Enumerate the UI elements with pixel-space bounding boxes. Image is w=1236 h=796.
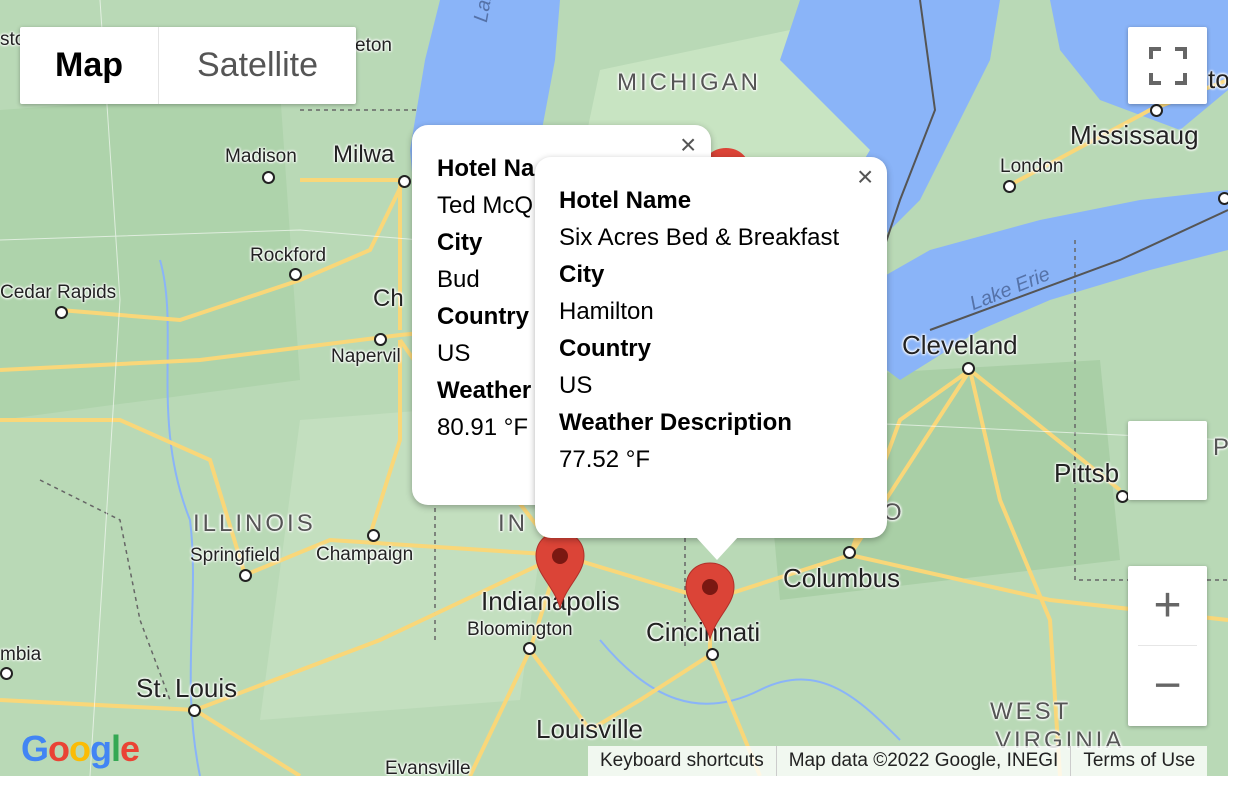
hotel-marker-cincinnati[interactable] <box>684 561 736 641</box>
weather-value: 77.52 °F <box>559 446 650 473</box>
city-dot-bloomington <box>523 642 536 655</box>
city-label-london: London <box>1000 156 1064 177</box>
map-type-map-button[interactable]: Map <box>20 27 159 104</box>
city-dot-chicago <box>374 333 387 346</box>
city-dot-madison <box>262 171 275 184</box>
city-dot-columbus <box>843 546 856 559</box>
close-icon[interactable]: × <box>857 163 873 191</box>
zoom-control: + − <box>1128 566 1207 726</box>
city-dot-rockford <box>289 268 302 281</box>
hotel-name-label: Hotel Na <box>437 155 535 182</box>
weather-value: 80.91 °F <box>437 414 528 441</box>
hotel-name-label: Hotel Name <box>559 187 692 214</box>
fullscreen-icon <box>1148 46 1187 85</box>
city-label-columbus: Columbus <box>783 563 901 593</box>
city-label-evansville: Evansville <box>385 758 471 776</box>
hotel-marker-indianapolis[interactable] <box>534 530 586 610</box>
country-value: US <box>559 372 593 399</box>
close-icon[interactable]: × <box>680 131 696 159</box>
city-label-pittsburgh: Pittsb <box>1054 458 1120 488</box>
city-label: City <box>437 229 483 256</box>
city-label-eton: eton <box>355 35 392 56</box>
country-value: US <box>437 340 471 367</box>
map-type-control: Map Satellite <box>20 27 356 104</box>
city-label-st-louis: St. Louis <box>136 673 238 703</box>
city-value: Bud <box>437 266 480 293</box>
weather-label: Weather Description <box>559 409 792 436</box>
city-label-chicago: Ch <box>373 285 404 312</box>
michigan-label: MICHIGAN <box>617 69 761 96</box>
map-type-satellite-button[interactable]: Satellite <box>159 27 356 104</box>
hotel-name-value: Six Acres Bed & Breakfast <box>559 224 840 251</box>
city-dot-cedar-rapids <box>55 306 68 319</box>
city-dot-st-louis <box>188 704 201 717</box>
city-label-springfield: Springfield <box>190 545 280 566</box>
country-label: Country <box>559 335 651 362</box>
info-window-2: × Hotel Name Six Acres Bed & Breakfast C… <box>535 157 887 560</box>
city-dot-milwaukee <box>398 175 411 188</box>
street-view-pegman-button[interactable] <box>1128 421 1207 500</box>
keyboard-shortcuts-link[interactable]: Keyboard shortcuts <box>588 746 776 776</box>
zoom-in-button[interactable]: + <box>1128 566 1207 645</box>
map-canvas[interactable]: Lake Mich Lake Erie MICHIGAN ILLINOIS IN… <box>0 0 1228 776</box>
city-dot-hamilton <box>1150 104 1163 117</box>
city-label-madison: Madison <box>225 146 297 167</box>
google-logo: Google <box>21 728 140 769</box>
city-label-louisville: Louisville <box>536 714 643 744</box>
fullscreen-button[interactable] <box>1128 27 1207 104</box>
city-label-cedar-rapids: Cedar Rapids <box>0 282 117 303</box>
hotel-name-value: Ted McQ <box>437 192 534 219</box>
city-dot-columbia <box>0 667 13 680</box>
terms-of-use-link[interactable]: Terms of Use <box>1070 746 1207 776</box>
weather-label: Weather <box>437 377 532 404</box>
city-dot-cleveland <box>962 362 975 375</box>
pa-label: P <box>1213 434 1228 461</box>
info-window-tail <box>695 536 739 560</box>
map-data-attribution: Map data ©2022 Google, INEGI <box>775 746 1071 776</box>
attribution-bar: Keyboard shortcuts Map data ©2022 Google… <box>588 746 1208 776</box>
city-dot-springfield <box>239 569 252 582</box>
city-dot-champaign <box>367 529 380 542</box>
zoom-out-button[interactable]: − <box>1128 646 1207 725</box>
city-label: City <box>559 261 605 288</box>
city-label-bloomington: Bloomington <box>467 619 573 640</box>
city-label-rockford: Rockford <box>250 245 327 266</box>
city-label-mississauga: Mississaug <box>1070 120 1199 150</box>
city-value: Hamilton <box>559 298 654 325</box>
city-label-columbia: mbia <box>0 644 42 665</box>
city-dot-cincinnati <box>706 648 719 661</box>
city-dot-london <box>1003 180 1016 193</box>
city-label-toronto: to <box>1208 64 1228 94</box>
city-label-milwaukee: Milwa <box>333 141 395 168</box>
city-label-champaign: Champaign <box>316 544 414 565</box>
city-dot-east <box>1218 192 1228 205</box>
west-virginia-label-1: WEST <box>990 698 1072 725</box>
city-label-naperville: Napervil <box>331 346 401 367</box>
city-label-cleveland: Cleveland <box>902 330 1018 360</box>
illinois-label: ILLINOIS <box>193 510 316 537</box>
country-label: Country <box>437 303 529 330</box>
indiana-label: IN <box>498 510 528 537</box>
